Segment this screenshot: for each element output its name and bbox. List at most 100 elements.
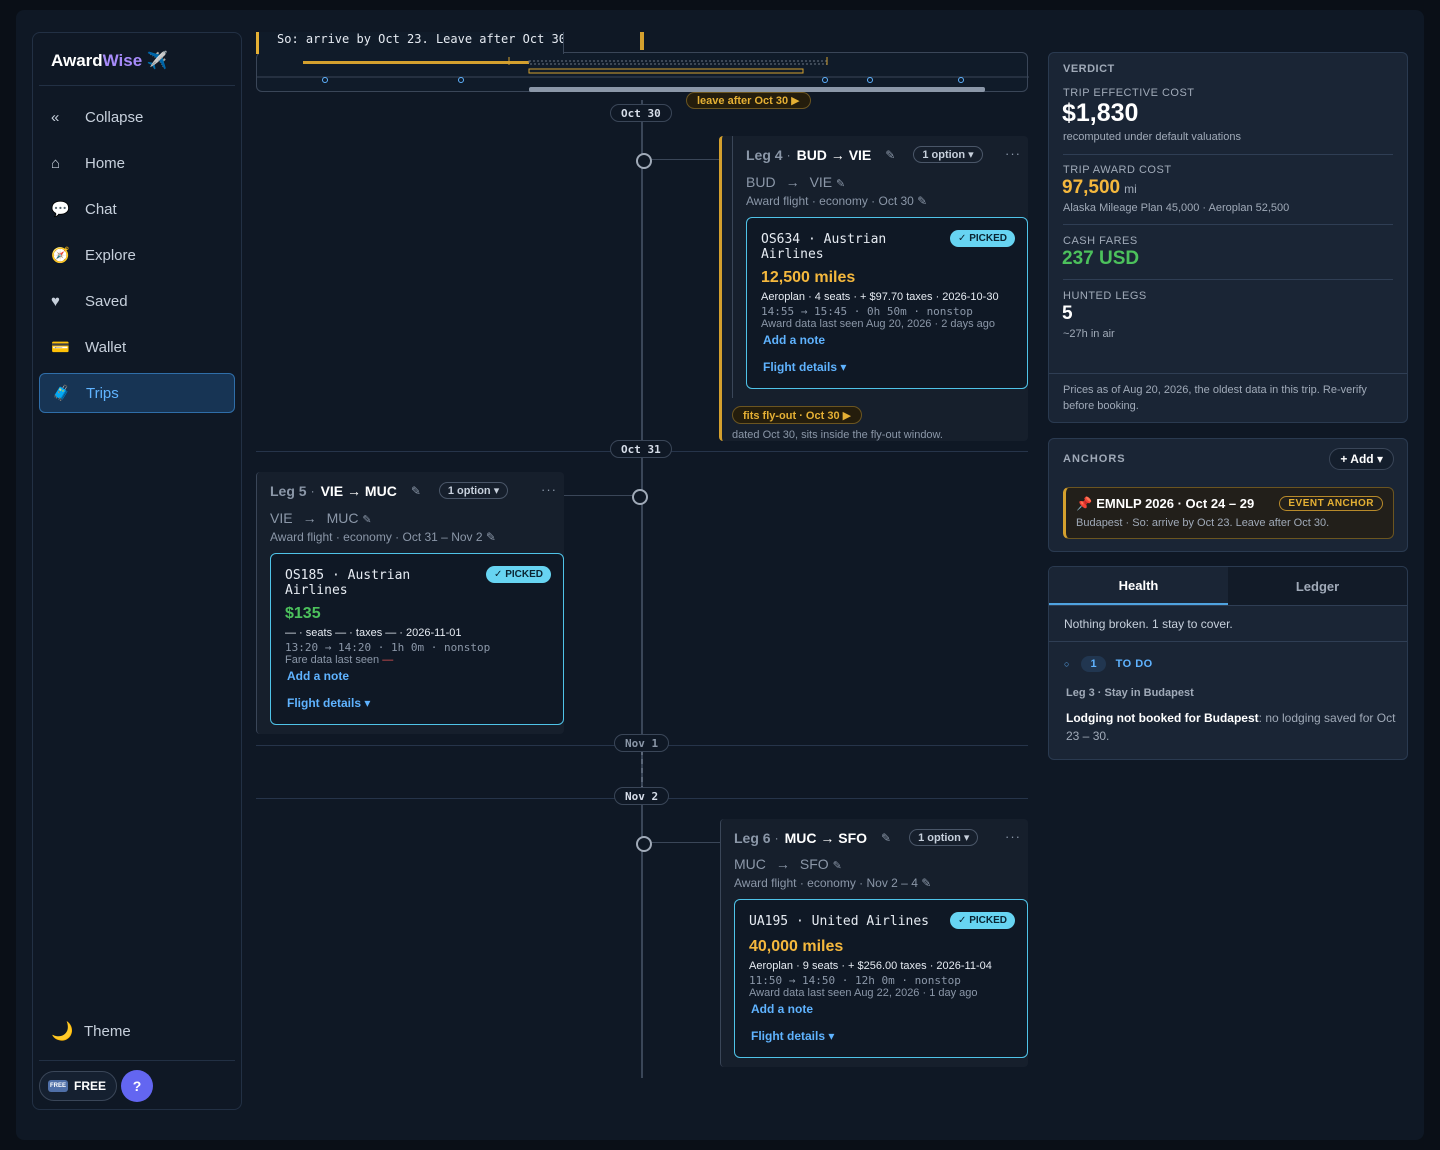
picked-option-card[interactable]: OS634 · Austrian Airlines ✓ PICKED 12,50… [746, 217, 1028, 389]
help-button[interactable]: ? [121, 1070, 153, 1102]
todo-label: TO DO [1115, 658, 1153, 670]
sidebar-nav: « Collapse ⌂ Home 💬 Chat 🧭 Explore ♥ Saved 💳 W… [39, 97, 235, 419]
compass-icon: 🧭 [51, 247, 70, 264]
option-detail: Aeroplan · 4 seats · + $97.70 taxes · 20… [761, 291, 999, 303]
overview-bars [257, 57, 1029, 92]
options-dropdown[interactable]: 1 option ▾ [913, 146, 983, 163]
leg-header: Leg 5 · VIE → MUC ✎ 1 option ▾ [270, 482, 509, 499]
option-times: 14:55 → 15:45 · 0h 50m · nonstop [761, 305, 973, 318]
divider [1063, 224, 1393, 225]
edit-icon[interactable]: ✎ [362, 514, 371, 526]
divider [39, 85, 235, 86]
pin-icon: 📌 [1076, 496, 1093, 511]
picked-option-card[interactable]: OS185 · Austrian Airlines ✓ PICKED $135 … [270, 553, 564, 725]
anchors-title: ANCHORS [1063, 453, 1126, 465]
day-pill-nov-1: Nov 1 [614, 734, 670, 752]
add-anchor-button[interactable]: + Add ▾ [1329, 448, 1394, 470]
leave-after-pill[interactable]: leave after Oct 30 ▶ [686, 92, 811, 109]
flight-details-toggle[interactable]: Flight details ▾ [287, 696, 370, 710]
timeline-overview-strip[interactable] [256, 52, 1029, 92]
anchor-subtitle: Budapest · So: arrive by Oct 23. Leave a… [1076, 517, 1330, 529]
free-plan-icon: FREE [48, 1080, 69, 1092]
anchor-card[interactable]: 📌 EMNLP 2026 · Oct 24 – 29 EVENT ANCHOR B… [1063, 487, 1394, 539]
leg-number: Leg 6 [734, 829, 771, 846]
option-detail: — · seats — · taxes — · 2026-11-01 [285, 627, 462, 639]
tab-ledger[interactable]: Ledger [1228, 567, 1407, 605]
timeline-node[interactable] [632, 489, 648, 505]
todo-group[interactable]: ○ 1 TO DO [1064, 656, 1153, 672]
flight-details-toggle[interactable]: Flight details ▾ [751, 1029, 834, 1043]
divider [1049, 373, 1407, 374]
more-menu-icon[interactable]: ··· [1005, 146, 1021, 161]
sidebar-item-wallet[interactable]: 💳 Wallet [39, 327, 235, 367]
anchor-note: So: arrive by Oct 23. Leave after Oct 30… [256, 32, 564, 54]
add-note-link[interactable]: Add a note [763, 333, 825, 347]
origin-code: VIE [270, 510, 293, 526]
award-cost-value: 97,500 mi [1062, 177, 1137, 199]
sidebar-item-label: Trips [86, 384, 119, 402]
sidebar-item-explore[interactable]: 🧭 Explore [39, 235, 235, 275]
day-pill-oct-30: Oct 30 [610, 104, 672, 122]
edit-icon[interactable]: ✎ [833, 860, 842, 872]
sidebar-item-label: Wallet [85, 338, 127, 356]
issue-text: Lodging not booked for Budapest: no lodg… [1066, 709, 1396, 745]
sidebar-item-label: Explore [85, 246, 136, 264]
timeline-node[interactable] [636, 153, 652, 169]
tab-health[interactable]: Health [1049, 567, 1228, 605]
option-times: 11:50 → 14:50 · 12h 0m · nonstop [749, 974, 961, 987]
plan-badge[interactable]: FREE FREE [39, 1071, 118, 1101]
leg-airports: BUD → VIE ✎ [746, 174, 846, 190]
data-freshness: Award data last seen Aug 22, 2026 · 1 da… [749, 987, 978, 999]
brand-logo[interactable]: AwardWise ✈️ [51, 51, 168, 71]
origin-code: BUD [746, 174, 776, 190]
sidebar-item-home[interactable]: ⌂ Home [39, 143, 235, 183]
origin-code: MUC [734, 856, 766, 872]
verdict-panel: VERDICT TRIP EFFECTIVE COST $1,830 recom… [1048, 52, 1408, 423]
add-note-link[interactable]: Add a note [287, 669, 349, 683]
more-menu-icon[interactable]: ··· [541, 482, 557, 497]
anchors-panel: ANCHORS + Add ▾ 📌 EMNLP 2026 · Oct 24 – 2… [1048, 438, 1408, 552]
leg-route: MUC → SFO [784, 829, 868, 846]
health-tabs: Health Ledger [1049, 567, 1407, 605]
timeline-spine [641, 100, 643, 1078]
edit-icon[interactable]: ✎ [885, 148, 895, 162]
hunted-legs-value: 5 [1062, 303, 1073, 324]
sidebar-item-collapse[interactable]: « Collapse [39, 97, 235, 137]
sidebar-item-saved[interactable]: ♥ Saved [39, 281, 235, 321]
option-times: 13:20 → 14:20 · 1h 0m · nonstop [285, 641, 491, 654]
anchor-marker [640, 32, 644, 50]
options-dropdown[interactable]: 1 option ▾ [909, 829, 979, 846]
fits-fly-out-pill[interactable]: fits fly-out · Oct 30 ▶ [732, 406, 863, 424]
award-cost-label: TRIP AWARD COST [1063, 164, 1172, 176]
add-note-link[interactable]: Add a note [751, 1002, 813, 1016]
options-dropdown[interactable]: 1 option ▾ [438, 482, 509, 499]
edit-icon[interactable]: ✎ [411, 484, 421, 498]
leg-number: Leg 4 [746, 146, 783, 163]
luggage-icon: 🧳 [52, 385, 71, 402]
more-menu-icon[interactable]: ··· [1005, 829, 1021, 844]
hunted-legs-sub: ~27h in air [1063, 328, 1115, 340]
leg-route: VIE → MUC [320, 482, 397, 499]
sidebar-item-trips[interactable]: 🧳 Trips [39, 373, 235, 413]
day-pill-oct-31: Oct 31 [610, 440, 672, 458]
moon-icon: 🌙 [51, 1021, 74, 1041]
data-freshness: Fare data last seen — [285, 654, 393, 666]
sidebar-item-chat[interactable]: 💬 Chat [39, 189, 235, 229]
edit-icon[interactable]: ✎ [881, 831, 891, 845]
home-icon: ⌂ [51, 154, 61, 172]
theme-label: Theme [84, 1023, 131, 1040]
data-freshness: Award data last seen Aug 20, 2026 · 2 da… [761, 318, 996, 330]
plan-label: FREE [74, 1079, 107, 1093]
cash-fares-label: CASH FARES [1063, 235, 1138, 247]
flight-details-toggle[interactable]: Flight details ▾ [763, 360, 846, 374]
edit-icon[interactable]: ✎ [836, 178, 845, 190]
leg-route: BUD → VIE [796, 146, 872, 163]
picked-option-card[interactable]: UA195 · United Airlines ✓ PICKED 40,000 … [734, 899, 1028, 1058]
heart-icon: ♥ [51, 292, 60, 310]
verdict-footer: Prices as of Aug 20, 2026, the oldest da… [1063, 384, 1367, 412]
leg-number: Leg 5 [270, 482, 307, 499]
timeline-node[interactable] [636, 836, 652, 852]
theme-toggle[interactable]: 🌙 Theme [51, 1021, 131, 1042]
sidebar-item-label: Chat [85, 200, 117, 218]
day-pill-nov-2: Nov 2 [614, 787, 670, 805]
